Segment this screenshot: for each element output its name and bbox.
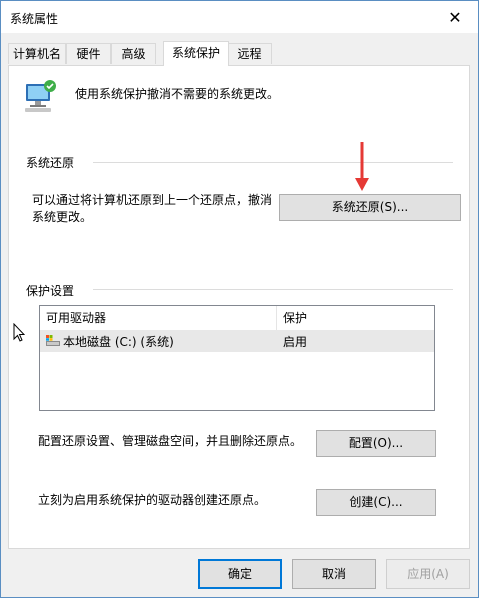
column-header-drive[interactable]: 可用驱动器 [40, 306, 276, 330]
restore-description: 可以通过将计算机还原到上一个还原点，撤消系统更改。 [32, 193, 273, 224]
restore-group-title: 系统还原 [26, 156, 75, 170]
drive-protection-status: 启用 [283, 335, 308, 349]
system-restore-button[interactable]: 系统还原(S)... [279, 194, 461, 221]
tab-computer-name[interactable]: 计算机名 [8, 43, 66, 64]
ok-button[interactable]: 确定 [198, 559, 282, 589]
drive-name: 本地磁盘 (C:) (系统) [63, 335, 174, 349]
title-bar: 系统属性 ✕ [1, 1, 478, 33]
tab-strip: 计算机名 硬件 高级 系统保护 远程 [8, 41, 468, 66]
drive-row[interactable]: 本地磁盘 (C:) (系统) 启用 [40, 330, 434, 352]
apply-button[interactable]: 应用(A) [386, 559, 470, 589]
create-button[interactable]: 创建(C)... [316, 489, 436, 516]
intro-text: 使用系统保护撤消不需要的系统更改。 [75, 87, 280, 101]
close-icon: ✕ [448, 7, 462, 27]
protection-group-divider [93, 289, 453, 290]
configure-description: 配置还原设置、管理磁盘空间，并且删除还原点。 [38, 434, 303, 448]
red-arrow-icon [354, 142, 370, 192]
column-header-protection[interactable]: 保护 [277, 306, 434, 330]
system-properties-window: 系统属性 ✕ 计算机名 硬件 高级 系统保护 远程 使用系统保护撤消不需要的系统… [0, 0, 479, 598]
restore-group-divider [93, 162, 453, 163]
create-description: 立刻为启用系统保护的驱动器创建还原点。 [38, 493, 267, 507]
drives-listview[interactable]: 可用驱动器 保护 本地磁盘 (C:) (系统) 启用 [39, 305, 435, 411]
configure-button[interactable]: 配置(O)... [316, 430, 436, 457]
window-title: 系统属性 [10, 12, 59, 26]
protection-group-title: 保护设置 [26, 284, 75, 298]
tab-hardware[interactable]: 硬件 [66, 43, 111, 64]
drive-icon [46, 335, 60, 347]
tab-system-protection[interactable]: 系统保护 [163, 41, 229, 66]
tab-panel-system-protection: 使用系统保护撤消不需要的系统更改。 系统还原 可以通过将计算机还原到上一个还原点… [8, 65, 470, 549]
listview-header: 可用驱动器 保护 [40, 306, 434, 331]
close-button[interactable]: ✕ [432, 1, 478, 33]
cancel-button[interactable]: 取消 [292, 559, 376, 589]
mouse-cursor-icon [13, 322, 26, 343]
computer-shield-icon [23, 78, 59, 114]
tab-remote[interactable]: 远程 [227, 43, 272, 64]
tab-advanced[interactable]: 高级 [111, 43, 156, 64]
